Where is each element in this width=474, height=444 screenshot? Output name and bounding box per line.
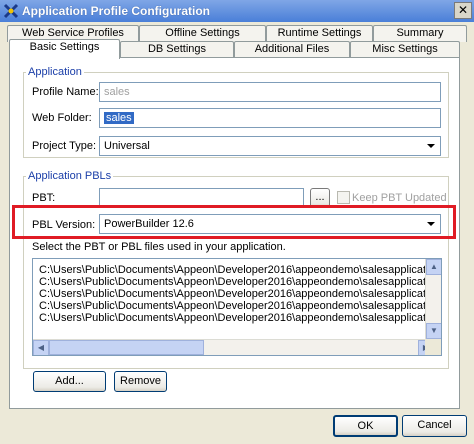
close-button[interactable]: ✕ — [454, 2, 472, 19]
remove-button-label: Remove — [120, 375, 161, 387]
remove-button[interactable]: Remove — [114, 371, 167, 392]
tab-label: DB Settings — [147, 43, 207, 55]
add-button[interactable]: Add... — [33, 371, 106, 392]
tab-additional-files[interactable]: Additional Files — [234, 41, 350, 58]
chevron-down-icon — [427, 144, 435, 148]
add-button-label: Add... — [55, 375, 84, 387]
horizontal-scroll-thumb[interactable] — [49, 340, 204, 355]
tab-label: Summary — [396, 27, 444, 39]
scroll-down-icon[interactable]: ▼ — [426, 323, 441, 339]
tab-runtime-settings[interactable]: Runtime Settings — [266, 25, 373, 42]
keep-pbt-updated-label: Keep PBT Updated — [352, 192, 447, 204]
window-title: Application Profile Configuration — [22, 4, 210, 18]
pbl-instruction: Select the PBT or PBL files used in your… — [32, 241, 286, 253]
tab-label: Offline Settings — [165, 27, 240, 39]
tab-label: Runtime Settings — [277, 27, 362, 39]
web-folder-label: Web Folder: — [32, 112, 92, 124]
tab-label: Web Service Profiles — [22, 27, 124, 39]
application-pbls-group-label: Application PBLs — [26, 170, 114, 182]
scroll-left-icon[interactable]: ◀ — [33, 340, 49, 355]
close-icon: ✕ — [457, 3, 469, 17]
tab-offline-settings[interactable]: Offline Settings — [139, 25, 266, 42]
application-group-label: Application — [26, 66, 84, 78]
title-bar: Application Profile Configuration ✕ — [0, 0, 474, 22]
browse-label: ... — [315, 191, 325, 203]
web-folder-field[interactable]: sales — [99, 108, 441, 128]
profile-name-value: sales — [104, 86, 130, 98]
web-folder-value: sales — [104, 112, 134, 124]
tab-misc-settings[interactable]: Misc Settings — [350, 41, 460, 58]
ok-button[interactable]: OK — [333, 415, 398, 437]
cancel-button-label: Cancel — [417, 419, 452, 431]
vertical-scrollbar[interactable]: ▲ ▼ — [425, 259, 441, 339]
tab-label: Basic Settings — [29, 41, 100, 53]
list-item[interactable]: C:\Users\Public\Documents\Appeon\Develop… — [39, 300, 441, 312]
keep-pbt-updated-checkbox[interactable] — [337, 191, 350, 204]
app-icon — [3, 3, 19, 19]
project-type-select[interactable]: Universal — [99, 136, 441, 156]
profile-name-label: Profile Name: — [32, 86, 99, 98]
cancel-button[interactable]: Cancel — [402, 415, 467, 437]
tab-basic-settings[interactable]: Basic Settings — [9, 39, 120, 59]
project-type-label: Project Type: — [32, 140, 96, 152]
list-item[interactable]: C:\Users\Public\Documents\Appeon\Develop… — [39, 288, 441, 300]
project-type-value: Universal — [104, 140, 150, 152]
pbl-file-list[interactable]: C:\Users\Public\Documents\Appeon\Develop… — [32, 258, 442, 356]
list-item[interactable]: C:\Users\Public\Documents\Appeon\Develop… — [39, 312, 441, 324]
ok-button-label: OK — [357, 420, 374, 432]
tab-label: Additional Files — [254, 43, 330, 55]
horizontal-scrollbar[interactable]: ◀ ▶ — [33, 339, 434, 355]
tab-label: Misc Settings — [372, 43, 438, 55]
list-item[interactable]: C:\Users\Public\Documents\Appeon\Develop… — [39, 276, 441, 288]
scroll-up-icon[interactable]: ▲ — [426, 259, 441, 275]
list-item[interactable]: C:\Users\Public\Documents\Appeon\Develop… — [39, 264, 441, 276]
scrollbar-corner — [425, 339, 441, 355]
profile-name-field[interactable]: sales — [99, 82, 441, 102]
pbt-label: PBT: — [32, 192, 56, 204]
tab-db-settings[interactable]: DB Settings — [120, 41, 234, 58]
pbl-version-highlight — [12, 205, 456, 239]
tab-summary[interactable]: Summary — [373, 25, 467, 42]
